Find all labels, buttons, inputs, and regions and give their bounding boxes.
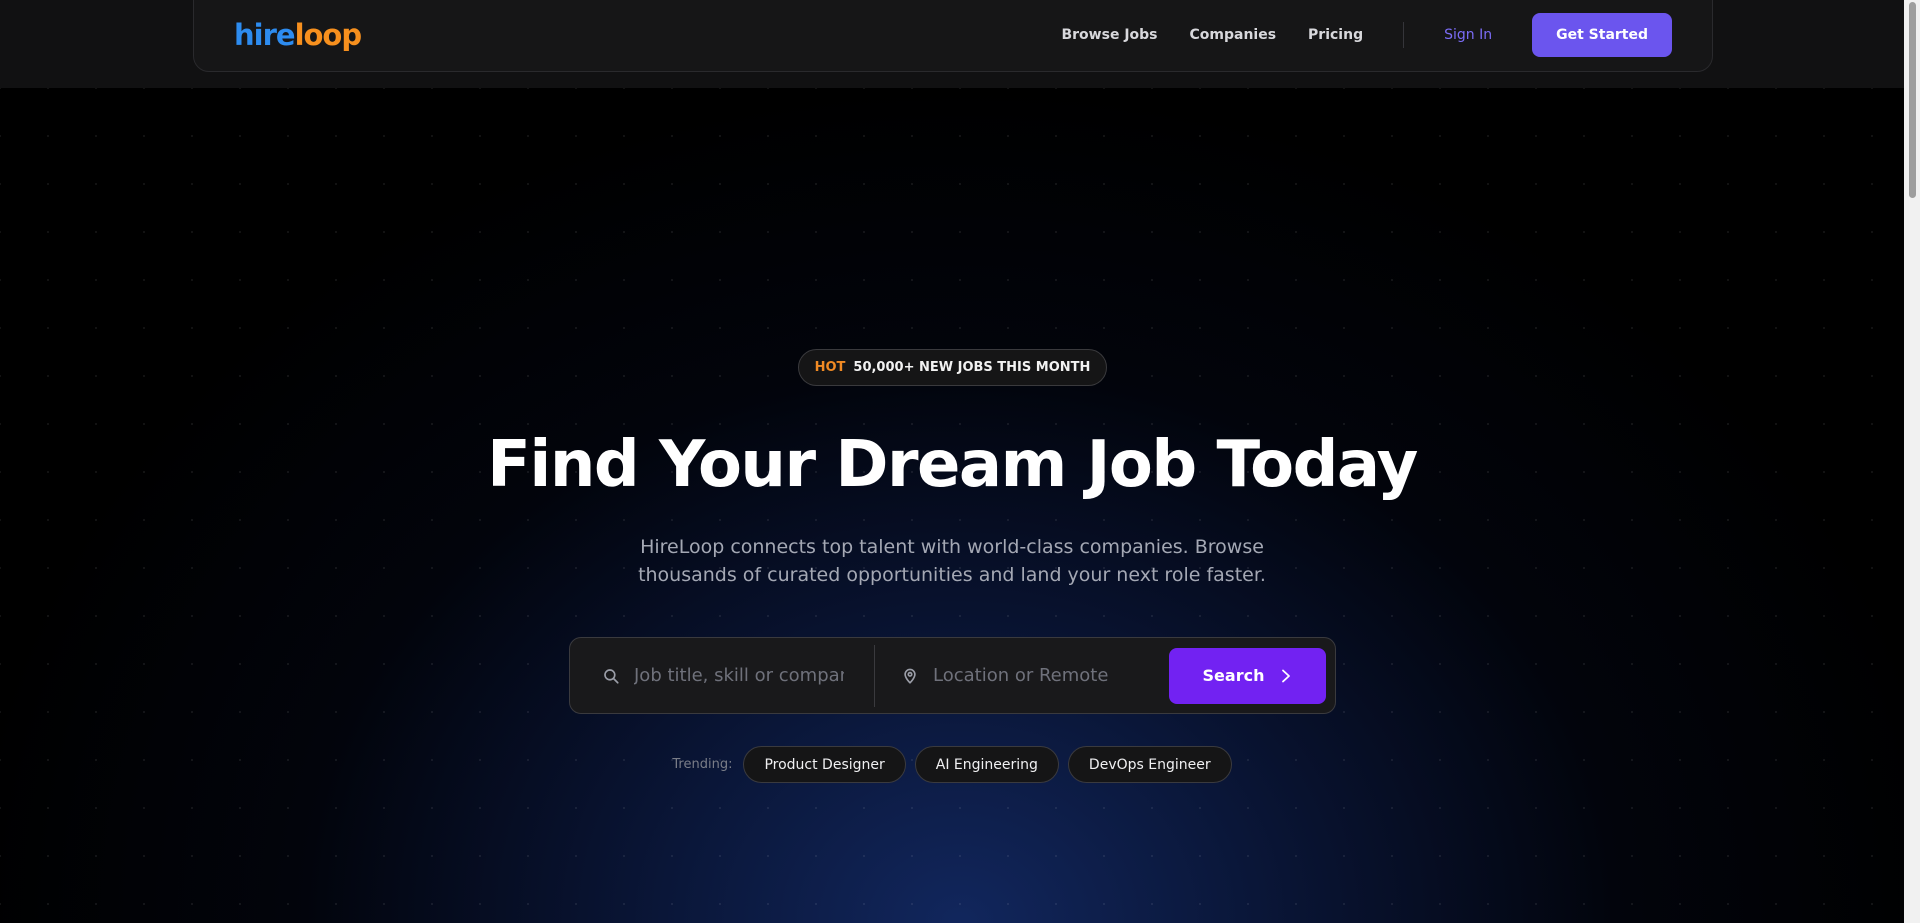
header-bar: hireloop Browse Jobs Companies Pricing S…: [0, 0, 1904, 88]
get-started-button[interactable]: Get Started: [1532, 13, 1672, 57]
sign-in-link[interactable]: Sign In: [1444, 27, 1492, 43]
search-button-label: Search: [1202, 666, 1265, 685]
search-button[interactable]: Search: [1169, 647, 1326, 704]
logo-part-loop: loop: [294, 18, 363, 52]
hero-title: Find Your Dream Job Today: [487, 428, 1418, 502]
hireloop-logo[interactable]: hireloop: [234, 18, 363, 52]
chevron-right-icon: [1282, 669, 1291, 682]
nav-links: Browse Jobs Companies Pricing Sign In Ge…: [1029, 13, 1672, 57]
hero-subtitle-line-2: thousands of curated opportunities and l…: [638, 564, 1266, 586]
badge-text: 50,000+ NEW JOBS THIS MONTH: [853, 360, 1091, 375]
logo-part-hire: hire: [234, 18, 296, 52]
badge-hot-label: HOT: [814, 360, 846, 375]
main-nav: hireloop Browse Jobs Companies Pricing S…: [193, 0, 1713, 72]
location-search-field[interactable]: [875, 638, 1169, 713]
nav-link-pricing[interactable]: Pricing: [1308, 27, 1363, 43]
scrollbar-thumb[interactable]: [1909, 2, 1916, 198]
job-search-field[interactable]: [570, 644, 875, 707]
hero-subtitle-line-1: HireLoop connects top talent with world-…: [640, 536, 1264, 558]
location-search-input[interactable]: [933, 665, 1143, 686]
map-pin-icon: [904, 668, 916, 684]
search-icon: [604, 668, 619, 684]
page-scrollbar[interactable]: [1904, 0, 1920, 923]
page: hireloop Browse Jobs Companies Pricing S…: [0, 0, 1920, 923]
trending-chip-ai-engineering[interactable]: AI Engineering: [914, 746, 1059, 783]
hot-jobs-badge: HOT 50,000+ NEW JOBS THIS MONTH: [798, 349, 1107, 386]
trending-chip-product-designer[interactable]: Product Designer: [743, 746, 906, 783]
nav-link-browse-jobs[interactable]: Browse Jobs: [1061, 27, 1157, 43]
trending-searches: Trending: Product Designer AI Engineerin…: [0, 746, 1904, 783]
nav-divider: [1403, 22, 1405, 48]
trending-chip-devops-engineer[interactable]: DevOps Engineer: [1067, 746, 1232, 783]
trending-label: Trending:: [672, 757, 733, 772]
job-search-bar: Search: [569, 637, 1336, 714]
background-dot-grid: [0, 88, 1904, 923]
hero-subtitle: HireLoop connects top talent with world-…: [0, 533, 1904, 589]
job-search-input[interactable]: [634, 665, 844, 686]
nav-link-companies[interactable]: Companies: [1190, 27, 1277, 43]
